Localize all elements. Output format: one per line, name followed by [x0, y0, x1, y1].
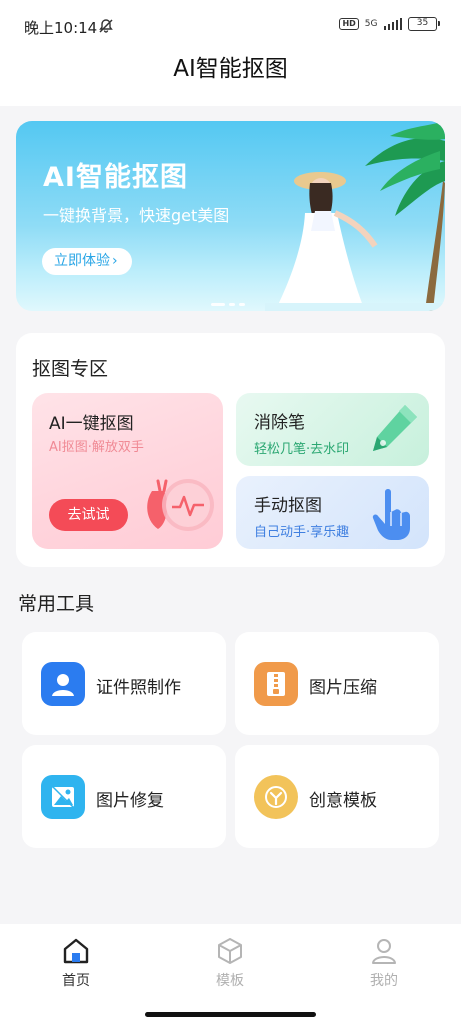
cutout-section: 抠图专区 AI一键抠图 AI抠图·解放双手 去试试 消除笔 轻松几笔·去水印 手… — [16, 333, 445, 567]
ai-cutout-subtitle: AI抠图·解放双手 — [49, 440, 144, 455]
tool-label: 图片压缩 — [309, 678, 377, 698]
section-title-tools: 常用工具 — [18, 593, 95, 615]
ai-cutout-card[interactable]: AI一键抠图 AI抠图·解放双手 去试试 — [32, 393, 223, 549]
pen-icon — [373, 405, 417, 451]
tab-profile[interactable]: 我的 — [344, 936, 424, 990]
cube-icon — [218, 938, 242, 964]
manual-cutout-subtitle: 自己动手·享乐趣 — [254, 525, 350, 540]
tab-templates[interactable]: 模板 — [190, 936, 270, 990]
home-indicator[interactable] — [145, 1012, 316, 1017]
banner-title: AI智能抠图 — [43, 162, 188, 193]
status-indicators: HD 5G 35 — [339, 17, 440, 31]
manual-cutout-card[interactable]: 手动抠图 自己动手·享乐趣 — [236, 476, 429, 549]
ai-cutout-title: AI一键抠图 — [49, 414, 134, 434]
home-icon — [63, 938, 89, 964]
status-bar: 晚上10:14 HD 5G 35 — [0, 0, 461, 50]
eraser-title: 消除笔 — [254, 413, 305, 433]
header: AI智能抠图 — [0, 50, 461, 106]
image-repair-icon — [41, 775, 85, 819]
zip-icon — [254, 662, 298, 706]
tool-label: 图片修复 — [96, 791, 164, 811]
banner-pagination — [211, 303, 245, 306]
tool-image-compress[interactable]: 图片压缩 — [235, 632, 439, 735]
chevron-right-icon: › — [112, 253, 118, 269]
tab-label: 我的 — [370, 973, 398, 989]
manual-cutout-title: 手动抠图 — [254, 496, 322, 516]
hd-badge: HD — [339, 18, 359, 30]
bottom-tab-bar: 首页 模板 我的 — [0, 924, 461, 1024]
tool-label: 证件照制作 — [96, 678, 181, 698]
banner-illustration — [265, 121, 445, 311]
eraser-subtitle: 轻松几笔·去水印 — [254, 442, 350, 457]
creative-template-icon — [254, 775, 298, 819]
profile-icon — [372, 939, 396, 964]
page-title: AI智能抠图 — [173, 56, 288, 82]
tab-home[interactable]: 首页 — [36, 936, 116, 990]
banner-cta-button[interactable]: 立即体验 › — [42, 248, 132, 275]
banner-cta-label: 立即体验 — [54, 253, 110, 269]
tool-creative-template[interactable]: 创意模板 — [235, 745, 439, 848]
battery-icon: 35 — [408, 17, 440, 31]
signal-icon — [383, 18, 402, 30]
tool-id-photo[interactable]: 证件照制作 — [22, 632, 226, 735]
tool-image-repair[interactable]: 图片修复 — [22, 745, 226, 848]
notification-muted-icon — [99, 19, 113, 33]
try-button[interactable]: 去试试 — [49, 499, 128, 531]
section-title-cutout: 抠图专区 — [32, 358, 109, 380]
status-time: 晚上10:14 — [24, 19, 98, 37]
eraser-card[interactable]: 消除笔 轻松几笔·去水印 — [236, 393, 429, 466]
promo-banner[interactable]: AI智能抠图 一键换背景，快速get美图 立即体验 › — [16, 121, 445, 311]
tab-label: 模板 — [216, 973, 244, 989]
banner-subtitle: 一键换背景，快速get美图 — [43, 206, 230, 225]
tab-label: 首页 — [62, 973, 90, 989]
hand-pointer-icon — [372, 489, 410, 540]
ai-magic-icon — [147, 479, 214, 531]
id-photo-icon — [41, 662, 85, 706]
network-type: 5G — [364, 18, 378, 29]
tool-label: 创意模板 — [309, 791, 377, 811]
